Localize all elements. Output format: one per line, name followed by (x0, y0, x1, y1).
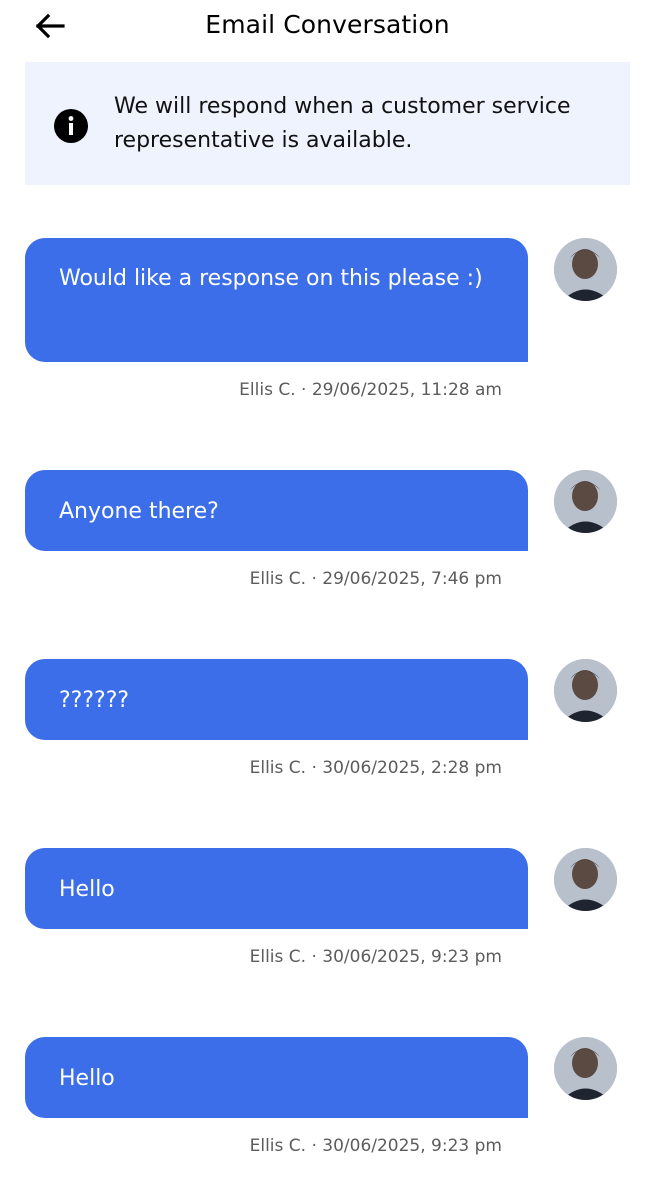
user-avatar (554, 470, 617, 533)
message-bubble: Anyone there? (25, 470, 528, 551)
page-title: Email Conversation (205, 10, 450, 39)
message-meta: Ellis C. · 29/06/2025, 7:46 pm (249, 569, 502, 589)
user-avatar (554, 1037, 617, 1100)
avatar-image (554, 1037, 617, 1100)
header: Email Conversation (0, 0, 655, 54)
info-icon (54, 109, 88, 143)
avatar-image (554, 659, 617, 722)
message-bubble: Hello (25, 848, 528, 929)
info-banner: We will respond when a customer service … (25, 62, 630, 185)
message-meta: Ellis C. · 29/06/2025, 11:28 am (239, 380, 502, 400)
user-avatar (554, 659, 617, 722)
message-bubble: ?????? (25, 659, 528, 740)
message-meta: Ellis C. · 30/06/2025, 9:23 pm (249, 1136, 502, 1156)
user-avatar (554, 238, 617, 301)
message-meta: Ellis C. · 30/06/2025, 9:23 pm (249, 947, 502, 967)
message-meta: Ellis C. · 30/06/2025, 2:28 pm (249, 758, 502, 778)
banner-text: We will respond when a customer service … (114, 94, 571, 153)
message-bubble: Would like a response on this please :) (25, 238, 528, 362)
avatar-image (554, 848, 617, 911)
avatar-image (554, 238, 617, 301)
email-conversation-screen: Email Conversation We will respond when … (0, 0, 655, 1200)
user-avatar (554, 848, 617, 911)
message-bubble: Hello (25, 1037, 528, 1118)
avatar-image (554, 470, 617, 533)
